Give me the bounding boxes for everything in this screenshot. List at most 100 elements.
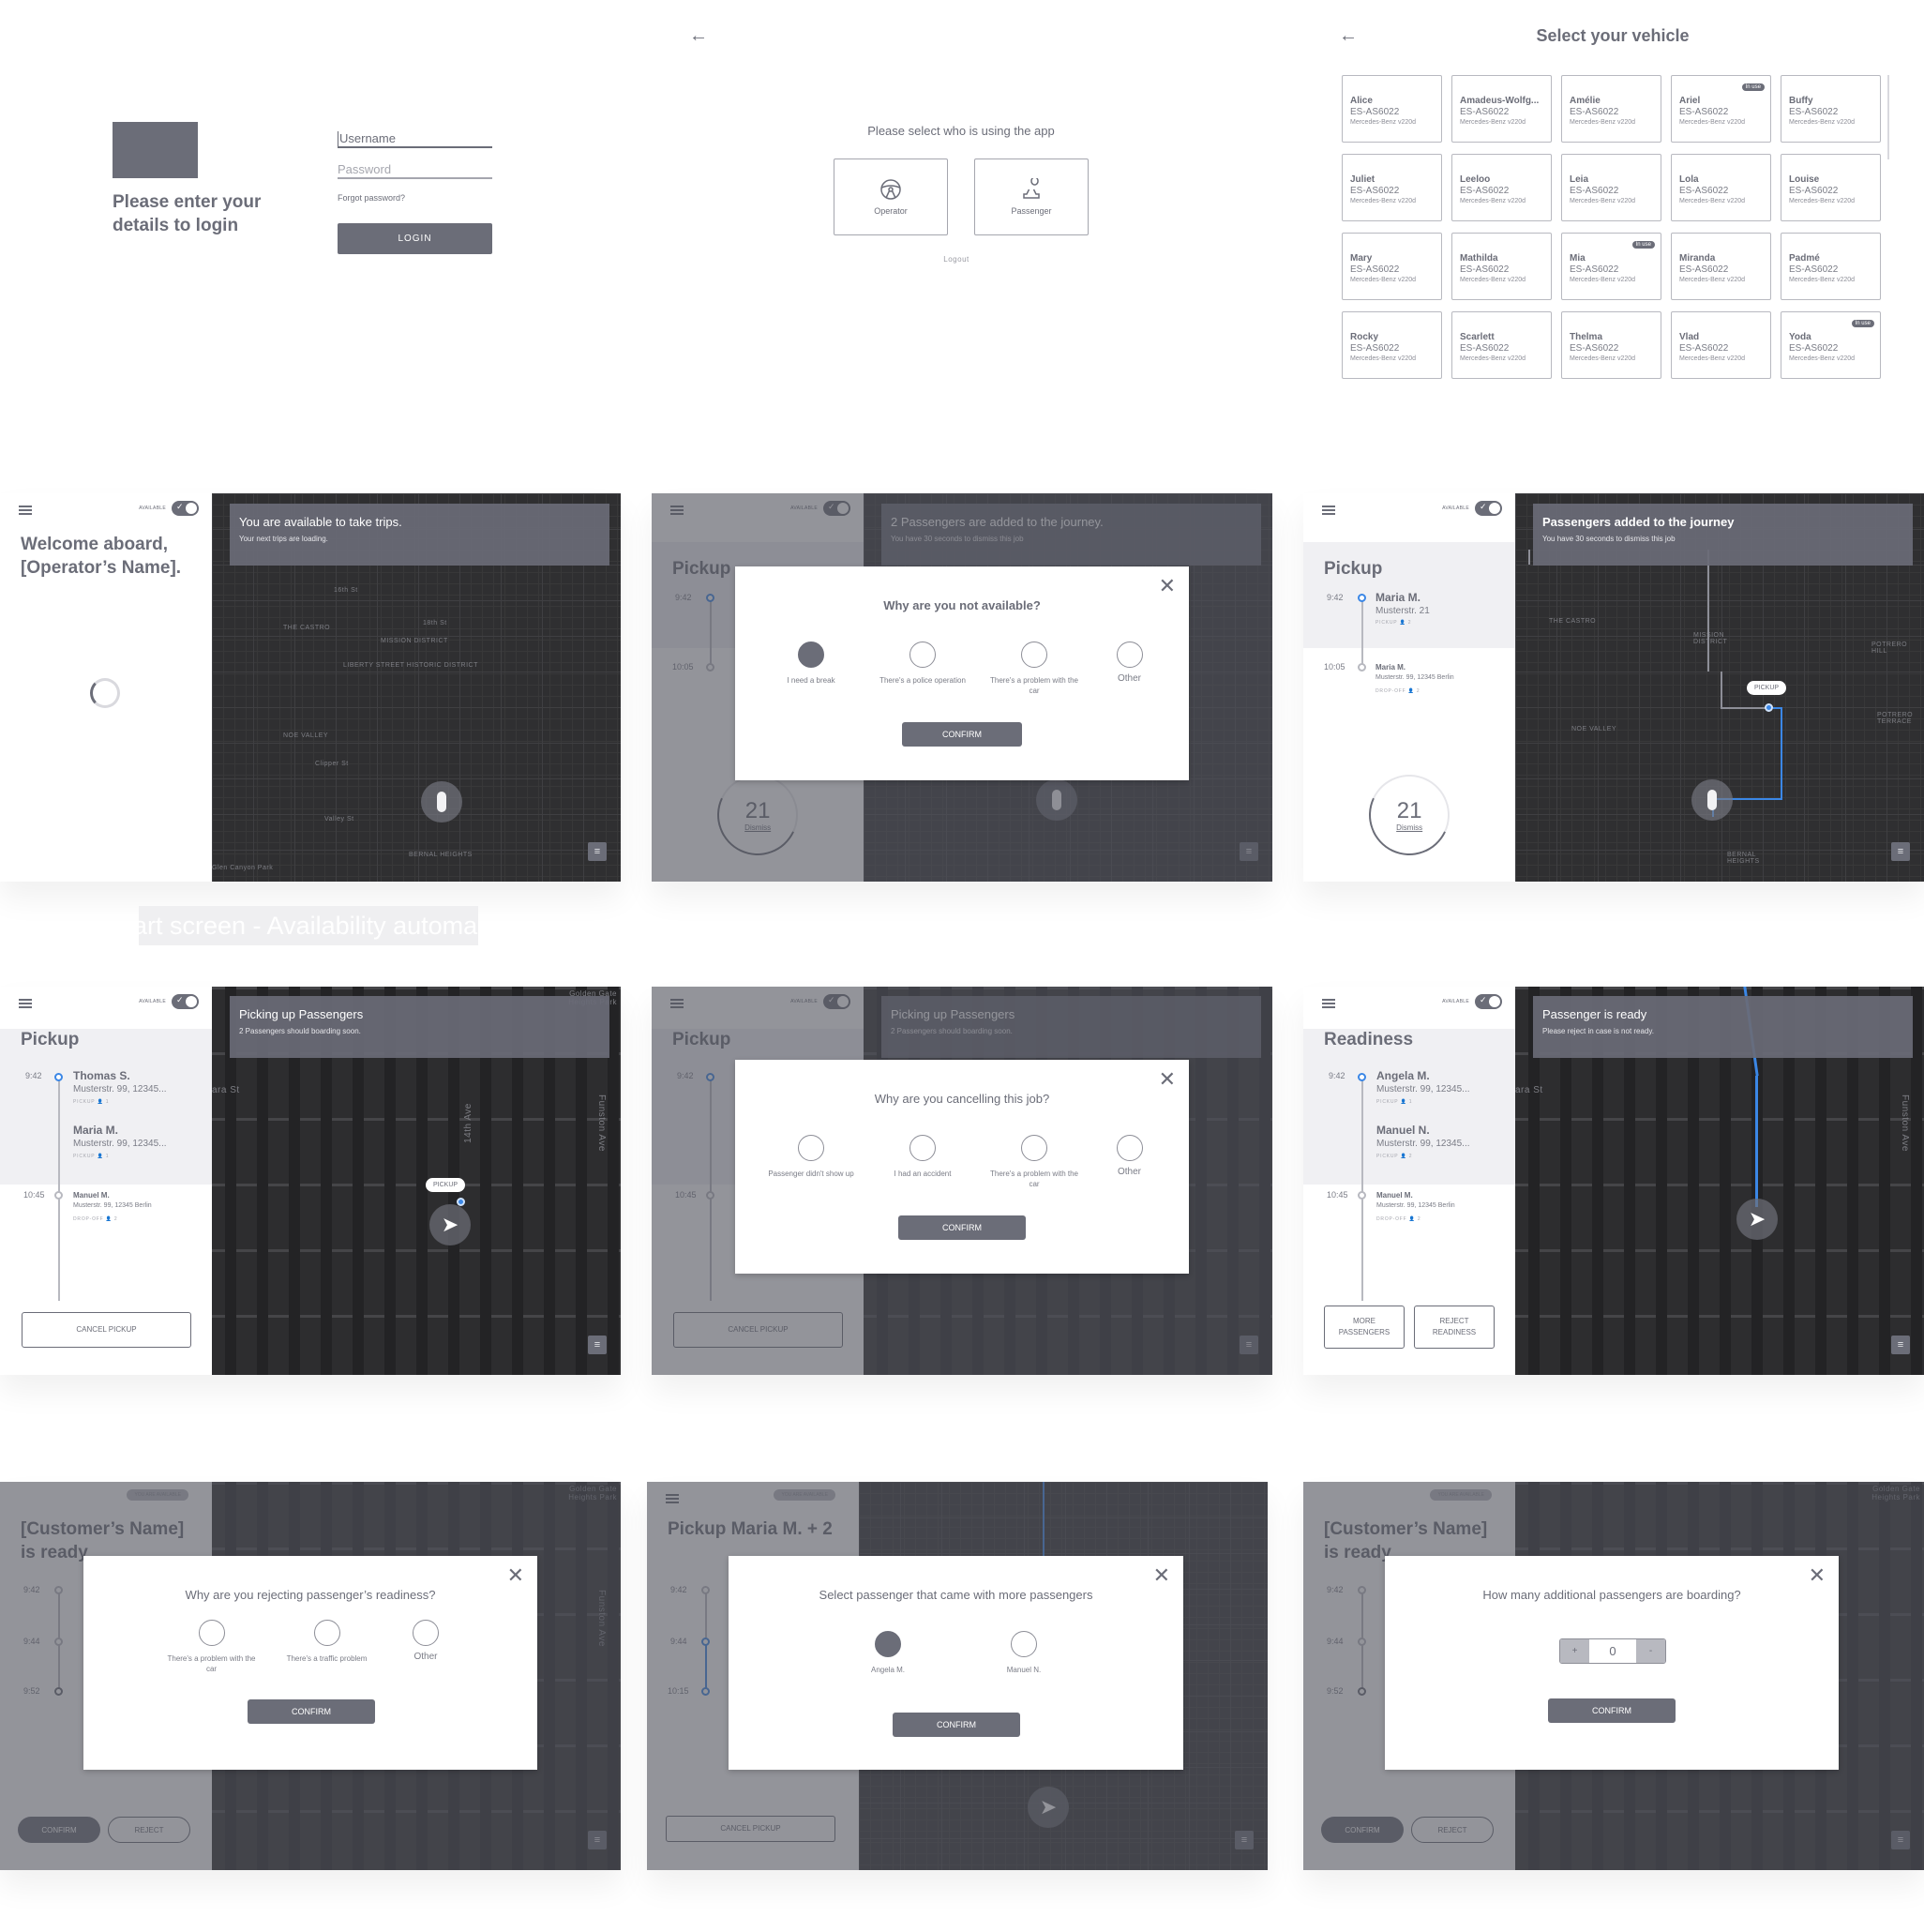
stop-time: 10:45 xyxy=(1327,1190,1348,1200)
radio-button[interactable] xyxy=(798,1135,824,1161)
decrement-button[interactable]: - xyxy=(1636,1639,1665,1663)
vehicle-card[interactable]: Mathilda ES-AS6022 Mercedes-Benz v220d xyxy=(1451,233,1552,300)
radio-option[interactable]: Other xyxy=(398,1620,454,1674)
menu-icon[interactable] xyxy=(19,999,32,1008)
radio-option[interactable]: Manuel N. xyxy=(980,1631,1069,1675)
passenger-count-input[interactable]: 0 xyxy=(1589,1639,1636,1663)
vehicle-card[interactable]: Leia ES-AS6022 Mercedes-Benz v220d xyxy=(1561,154,1661,221)
radio-button[interactable] xyxy=(909,641,936,668)
radio-button[interactable] xyxy=(909,1135,936,1161)
radio-option[interactable]: There's a police operation xyxy=(879,641,968,696)
stop-address: Musterstr. 21 xyxy=(1375,606,1430,616)
radio-option[interactable]: There's a problem with the car xyxy=(167,1620,256,1674)
increment-button[interactable]: + xyxy=(1560,1639,1589,1663)
vehicle-card[interactable]: Thelma ES-AS6022 Mercedes-Benz v220d xyxy=(1561,311,1661,379)
vehicle-list-scrollbar[interactable] xyxy=(1887,75,1889,159)
forgot-password-link[interactable]: Forgot password? xyxy=(338,193,405,203)
confirm-button[interactable]: CONFIRM xyxy=(898,1215,1026,1240)
availability-toggle[interactable]: ✓ xyxy=(172,501,199,516)
radio-option[interactable]: I need a break xyxy=(767,641,856,696)
operator-option[interactable]: Operator xyxy=(834,158,948,235)
pickup-location-pin[interactable] xyxy=(1765,703,1773,712)
dismiss-link[interactable]: Dismiss xyxy=(1396,823,1422,832)
close-icon[interactable]: ✕ xyxy=(1159,1069,1176,1090)
pickup-location-pin[interactable] xyxy=(457,1198,465,1206)
layers-icon[interactable]: ≡ xyxy=(1891,842,1910,861)
logout-link[interactable]: Logout xyxy=(938,255,975,264)
map[interactable]: ara St Funston Ave Passenger is ready Pl… xyxy=(1515,987,1924,1375)
password-field[interactable]: Password xyxy=(338,162,492,179)
radio-option[interactable]: There's a problem with the car xyxy=(990,641,1079,696)
vehicle-card[interactable]: Rocky ES-AS6022 Mercedes-Benz v220d xyxy=(1342,311,1442,379)
login-button[interactable]: LOGIN xyxy=(338,223,492,254)
radio-button[interactable] xyxy=(798,641,824,668)
vehicle-card[interactable]: Leeloo ES-AS6022 Mercedes-Benz v220d xyxy=(1451,154,1552,221)
more-passengers-button[interactable]: MORE PASSENGERS xyxy=(1324,1306,1405,1349)
vehicle-card[interactable]: Amélie ES-AS6022 Mercedes-Benz v220d xyxy=(1561,75,1661,143)
map[interactable]: THE CASTRO MISSION DISTRICT LIBERTY STRE… xyxy=(212,493,621,882)
menu-icon[interactable] xyxy=(1322,506,1335,515)
username-field[interactable]: Username xyxy=(338,131,492,148)
radio-option[interactable]: Other xyxy=(1102,1135,1158,1189)
vehicle-card[interactable]: Padmé ES-AS6022 Mercedes-Benz v220d xyxy=(1781,233,1881,300)
confirm-button[interactable]: CONFIRM xyxy=(893,1713,1020,1737)
availability-toggle[interactable]: ✓ xyxy=(1475,501,1502,516)
vehicle-card[interactable]: Amadeus-Wolfg... ES-AS6022 Mercedes-Benz v… xyxy=(1451,75,1552,143)
layers-icon[interactable]: ≡ xyxy=(588,842,607,861)
radio-option[interactable]: I had an accident xyxy=(879,1135,968,1189)
close-icon[interactable]: ✕ xyxy=(1153,1565,1170,1586)
vehicle-card[interactable]: In use Mia ES-AS6022 Mercedes-Benz v220d xyxy=(1561,233,1661,300)
back-arrow-icon[interactable]: ← xyxy=(1339,26,1358,45)
vehicle-card[interactable]: Juliet ES-AS6022 Mercedes-Benz v220d xyxy=(1342,154,1442,221)
stop-name: Maria M. xyxy=(1375,663,1406,672)
vehicle-card[interactable]: Mary ES-AS6022 Mercedes-Benz v220d xyxy=(1342,233,1442,300)
vehicle-name: Amadeus-Wolfg... xyxy=(1460,96,1540,106)
vehicle-card[interactable]: In use Yoda ES-AS6022 Mercedes-Benz v220d xyxy=(1781,311,1881,379)
radio-button[interactable] xyxy=(1116,1135,1143,1161)
availability-toggle[interactable]: ✓ xyxy=(1475,994,1502,1009)
layers-icon[interactable]: ≡ xyxy=(1891,1336,1910,1354)
map[interactable]: THE CASTRO MISSION DISTRICT POTRERO HILL… xyxy=(1515,493,1924,882)
layers-icon[interactable]: ≡ xyxy=(588,1336,607,1354)
confirm-button[interactable]: CONFIRM xyxy=(248,1699,375,1724)
radio-option[interactable]: There's a problem with the car xyxy=(990,1135,1079,1189)
menu-icon[interactable] xyxy=(19,506,32,515)
radio-label: Other xyxy=(413,1652,438,1662)
welcome-title: Welcome aboard, [Operator’s Name]. xyxy=(21,535,182,578)
close-icon[interactable]: ✕ xyxy=(1159,576,1176,596)
app-logo-placeholder xyxy=(113,122,198,178)
menu-icon[interactable] xyxy=(1322,999,1335,1008)
radio-option[interactable]: Angela M. xyxy=(844,1631,933,1675)
map[interactable]: 14th Ave Funston Ave ara St Golden Gate … xyxy=(212,987,621,1375)
radio-button[interactable] xyxy=(875,1631,901,1657)
vehicle-card[interactable]: Alice ES-AS6022 Mercedes-Benz v220d xyxy=(1342,75,1442,143)
reject-readiness-button[interactable]: REJECT READINESS xyxy=(1414,1306,1495,1349)
vehicle-card[interactable]: Lola ES-AS6022 Mercedes-Benz v220d xyxy=(1671,154,1771,221)
vehicle-card[interactable]: Scarlett ES-AS6022 Mercedes-Benz v220d xyxy=(1451,311,1552,379)
confirm-button[interactable]: CONFIRM xyxy=(902,722,1022,747)
radio-button[interactable] xyxy=(1021,1135,1047,1161)
back-arrow-icon[interactable]: ← xyxy=(689,26,708,45)
close-icon[interactable]: ✕ xyxy=(1809,1565,1826,1586)
radio-button[interactable] xyxy=(1011,1631,1037,1657)
close-icon[interactable]: ✕ xyxy=(507,1565,524,1586)
radio-button[interactable] xyxy=(413,1620,439,1646)
availability-toggle[interactable]: ✓ xyxy=(172,994,199,1009)
radio-button[interactable] xyxy=(1116,641,1143,668)
vehicle-card[interactable]: Buffy ES-AS6022 Mercedes-Benz v220d xyxy=(1781,75,1881,143)
radio-option[interactable]: Passenger didn't show up xyxy=(767,1135,856,1189)
map-label: BERNAL HEIGHTS xyxy=(409,852,473,858)
passenger-option[interactable]: Passenger xyxy=(974,158,1089,235)
radio-option[interactable]: There's a traffic problem xyxy=(282,1620,371,1674)
vehicle-card[interactable]: Louise ES-AS6022 Mercedes-Benz v220d xyxy=(1781,154,1881,221)
vehicle-card[interactable]: Miranda ES-AS6022 Mercedes-Benz v220d xyxy=(1671,233,1771,300)
vehicle-card[interactable]: Vlad ES-AS6022 Mercedes-Benz v220d xyxy=(1671,311,1771,379)
reason-options: There's a problem with the car There's a … xyxy=(83,1620,537,1674)
vehicle-card[interactable]: In use Ariel ES-AS6022 Mercedes-Benz v220d xyxy=(1671,75,1771,143)
radio-button[interactable] xyxy=(1021,641,1047,668)
confirm-button[interactable]: CONFIRM xyxy=(1548,1698,1676,1723)
radio-button[interactable] xyxy=(198,1620,225,1646)
radio-option[interactable]: Other xyxy=(1102,641,1158,696)
cancel-pickup-button[interactable]: CANCEL PICKUP xyxy=(22,1312,191,1348)
radio-button[interactable] xyxy=(313,1620,340,1646)
